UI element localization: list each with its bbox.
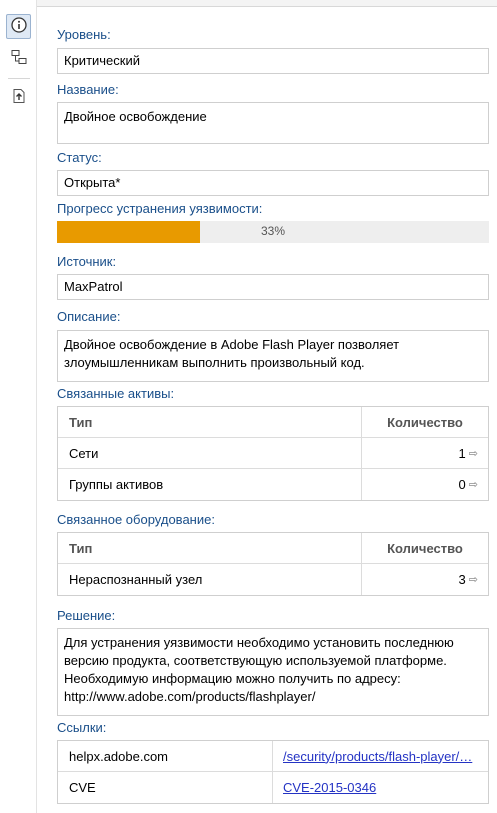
hardware-count: 3 — [458, 572, 466, 587]
column-type[interactable]: Тип — [58, 541, 361, 556]
link-url[interactable]: CVE-2015-0346 — [273, 780, 488, 795]
details-panel: Уровень: Критический Название: Двойное о… — [37, 8, 497, 813]
source-label: Источник: — [57, 254, 117, 269]
network-tree-icon — [11, 49, 27, 68]
name-field[interactable]: Двойное освобождение — [57, 102, 489, 144]
info-icon — [10, 17, 27, 36]
asset-type: Группы активов — [69, 477, 164, 492]
column-count[interactable]: Количество — [361, 533, 488, 563]
toolbar-divider — [8, 78, 30, 79]
table-header: Тип Количество — [58, 533, 488, 564]
description-field[interactable]: Двойное освобождение в Adobe Flash Playe… — [57, 330, 489, 382]
progress-percent: 33% — [260, 224, 286, 238]
asset-count-link[interactable]: 0 ⇨ — [361, 469, 488, 500]
table-row: Нераспознанный узел 3 ⇨ — [58, 564, 488, 595]
arrow-right-icon[interactable]: ⇨ — [469, 447, 478, 460]
arrow-right-icon[interactable]: ⇨ — [469, 573, 478, 586]
table-header: Тип Количество — [58, 407, 488, 438]
name-label: Название: — [57, 82, 119, 97]
link-source: CVE — [58, 772, 273, 803]
solution-label: Решение: — [57, 608, 116, 623]
side-toolbar — [0, 0, 37, 813]
export-button[interactable] — [6, 85, 31, 110]
status-label: Статус: — [57, 150, 102, 165]
asset-count-link[interactable]: 1 ⇨ — [361, 438, 488, 468]
export-icon — [11, 88, 27, 107]
column-type[interactable]: Тип — [58, 415, 361, 430]
solution-field[interactable]: Для устранения уязвимости необходимо уст… — [57, 628, 489, 716]
links-table: helpx.adobe.com /security/products/flash… — [57, 740, 489, 804]
topology-tab-button[interactable] — [6, 46, 31, 71]
table-row: Группы активов 0 ⇨ — [58, 469, 488, 500]
asset-count: 1 — [458, 445, 466, 461]
links-label: Ссылки: — [57, 720, 107, 735]
hardware-label: Связанное оборудование: — [57, 512, 215, 527]
description-label: Описание: — [57, 309, 121, 324]
assets-table: Тип Количество Сети 1 ⇨ Группы активов 0 ⇨ — [57, 406, 489, 501]
level-label: Уровень: — [57, 27, 111, 42]
level-field[interactable]: Критический — [57, 48, 489, 74]
hardware-count-link[interactable]: 3 ⇨ — [361, 564, 488, 595]
hardware-type: Нераспознанный узел — [69, 572, 203, 587]
info-tab-button[interactable] — [6, 14, 31, 39]
table-row: CVE CVE-2015-0346 — [58, 772, 488, 803]
link-source: helpx.adobe.com — [58, 741, 273, 771]
table-row: Сети 1 ⇨ — [58, 438, 488, 469]
progress-bar: 33% — [57, 221, 489, 243]
link-url[interactable]: /security/products/flash-player/… — [273, 749, 488, 764]
table-row: helpx.adobe.com /security/products/flash… — [58, 741, 488, 772]
assets-label: Связанные активы: — [57, 386, 175, 401]
progress-label: Прогресс устранения уязвимости: — [57, 201, 263, 216]
top-border — [0, 0, 497, 7]
status-field[interactable]: Открыта* — [57, 170, 489, 196]
hardware-table: Тип Количество Нераспознанный узел 3 ⇨ — [57, 532, 489, 596]
asset-type: Сети — [69, 445, 99, 461]
source-field[interactable]: MaxPatrol — [57, 274, 489, 300]
asset-count: 0 — [458, 477, 466, 492]
column-count[interactable]: Количество — [361, 407, 488, 437]
arrow-right-icon[interactable]: ⇨ — [469, 478, 478, 491]
